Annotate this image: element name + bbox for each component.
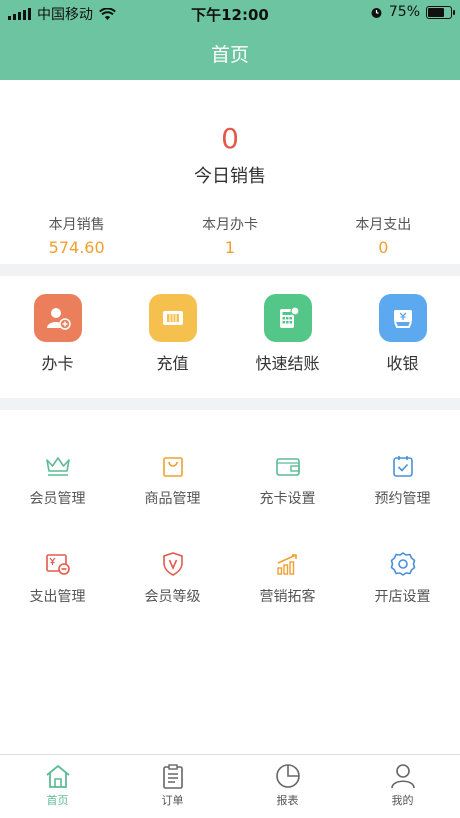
grid-item-label: 预约管理 bbox=[374, 491, 431, 507]
stat-value: 0 bbox=[378, 238, 389, 257]
clipboard-icon bbox=[162, 764, 183, 789]
cashier-icon bbox=[378, 294, 427, 342]
stat-label: 本月支出 bbox=[355, 217, 412, 233]
member-card-icon bbox=[33, 294, 82, 342]
grid-item-member-management[interactable]: 会员管理 bbox=[0, 410, 115, 508]
today-sales-value: 0 bbox=[221, 122, 239, 155]
stat-monthly-expense: 本月支出 0 bbox=[307, 214, 460, 257]
tab-label: 订单 bbox=[161, 794, 184, 807]
wallet-icon bbox=[273, 452, 303, 480]
quick-action-quick-checkout[interactable]: 快速结账 bbox=[230, 276, 345, 398]
tab-label: 报表 bbox=[276, 794, 299, 807]
grid-item-member-level[interactable]: 会员等级 bbox=[115, 508, 230, 606]
quick-action-label: 快速结账 bbox=[255, 354, 320, 373]
grid-item-label: 开店设置 bbox=[374, 589, 431, 605]
stat-value: 1 bbox=[224, 238, 236, 257]
sales-summary: 0 今日销售 本月销售 574.60 本月办卡 1 本月支出 0 bbox=[0, 80, 460, 264]
calendar-check-icon bbox=[388, 452, 418, 480]
calculator-icon bbox=[263, 294, 312, 342]
quick-action-label: 收银 bbox=[386, 354, 419, 373]
today-sales-label: 今日销售 bbox=[194, 166, 266, 187]
tab-bar: 首页 订单 报表 我的 bbox=[0, 754, 460, 818]
grid-item-label: 充卡设置 bbox=[259, 491, 316, 507]
tab-profile[interactable]: 我的 bbox=[345, 755, 460, 818]
grid-item-expense-management[interactable]: 支出管理 bbox=[0, 508, 115, 606]
stat-label: 本月办卡 bbox=[201, 217, 258, 233]
stat-value: 574.60 bbox=[48, 238, 105, 257]
quick-action-recharge[interactable]: 充值 bbox=[115, 276, 230, 398]
gear-icon bbox=[388, 550, 418, 578]
tab-orders[interactable]: 订单 bbox=[115, 755, 230, 818]
home-icon bbox=[45, 764, 70, 788]
stat-monthly-sales: 本月销售 574.60 bbox=[0, 214, 153, 257]
battery-icon bbox=[426, 5, 455, 19]
grid-item-card-recharge-settings[interactable]: 充卡设置 bbox=[230, 410, 345, 508]
tab-reports[interactable]: 报表 bbox=[230, 755, 345, 818]
grid-item-appointment-management[interactable]: 预约管理 bbox=[345, 410, 460, 508]
quick-action-label: 办卡 bbox=[41, 354, 74, 373]
grid-item-product-management[interactable]: 商品管理 bbox=[115, 410, 230, 508]
expense-icon bbox=[43, 550, 73, 578]
header-bar: 中国移动 下午12:00 75% 首页 bbox=[0, 0, 460, 80]
stat-monthly-cards: 本月办卡 1 bbox=[153, 214, 306, 257]
shield-v-icon bbox=[158, 550, 188, 578]
battery-percent: 75% bbox=[388, 4, 420, 20]
grid-item-label: 会员等级 bbox=[144, 589, 201, 605]
stat-label: 本月销售 bbox=[48, 217, 105, 233]
quick-actions: 办卡 充值 快速结账 收银 bbox=[0, 276, 460, 398]
section-divider bbox=[0, 264, 460, 276]
alarm-icon bbox=[371, 7, 382, 18]
function-grid: 会员管理 商品管理 充卡设置 预约管理 支出管理 会员等级 营销拓客 开店设置 bbox=[0, 410, 460, 606]
quick-action-label: 充值 bbox=[156, 354, 189, 373]
growth-chart-icon bbox=[273, 550, 303, 578]
grid-item-marketing[interactable]: 营销拓客 bbox=[230, 508, 345, 606]
quick-action-issue-card[interactable]: 办卡 bbox=[0, 276, 115, 398]
grid-item-label: 支出管理 bbox=[29, 589, 86, 605]
tab-home[interactable]: 首页 bbox=[0, 755, 115, 818]
tab-label: 我的 bbox=[391, 794, 414, 807]
quick-action-cashier[interactable]: 收银 bbox=[345, 276, 460, 398]
tab-label: 首页 bbox=[46, 794, 69, 807]
crown-icon bbox=[43, 452, 73, 480]
grid-item-store-settings[interactable]: 开店设置 bbox=[345, 508, 460, 606]
pie-chart-icon bbox=[275, 764, 300, 788]
person-icon bbox=[390, 764, 415, 789]
recharge-icon bbox=[148, 294, 197, 342]
grid-item-label: 营销拓客 bbox=[259, 589, 316, 605]
grid-item-label: 会员管理 bbox=[29, 491, 86, 507]
section-divider bbox=[0, 398, 460, 410]
shopping-bag-icon bbox=[158, 452, 188, 480]
grid-item-label: 商品管理 bbox=[144, 491, 201, 507]
status-bar: 中国移动 下午12:00 75% bbox=[0, 0, 460, 26]
page-title: 首页 bbox=[210, 44, 249, 66]
